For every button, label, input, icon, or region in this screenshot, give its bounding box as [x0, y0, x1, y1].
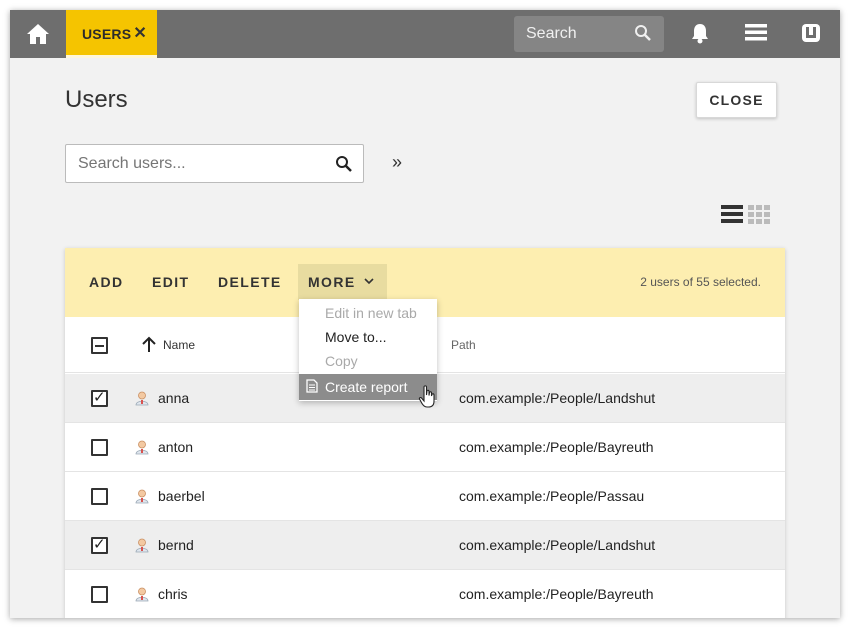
edit-button[interactable]: EDIT — [152, 274, 190, 290]
menu-item-edit-in-new-tab[interactable]: Edit in new tab — [299, 301, 437, 325]
user-name: bernd — [158, 537, 194, 553]
row-checkbox[interactable] — [91, 488, 108, 505]
home-button[interactable] — [10, 10, 66, 58]
home-icon — [27, 24, 49, 44]
expand-filters-button[interactable]: » — [392, 152, 402, 173]
user-name: baerbel — [158, 488, 205, 504]
list-view-icon — [721, 205, 743, 223]
menu-item-create-report[interactable]: Create report — [299, 374, 437, 400]
menu-item-move-to[interactable]: Move to... — [299, 325, 437, 349]
user-path: com.example:/People/Bayreuth — [459, 439, 654, 455]
menu-icon — [745, 24, 767, 41]
app-logo-icon — [802, 24, 820, 42]
more-button[interactable]: MORE — [298, 264, 387, 300]
add-button[interactable]: ADD — [89, 274, 124, 290]
close-button[interactable]: CLOSE — [696, 82, 777, 118]
user-icon — [135, 587, 149, 602]
tab-users[interactable]: USERS ✕ — [66, 10, 157, 58]
user-path: com.example:/People/Landshut — [459, 390, 656, 406]
user-icon — [135, 538, 149, 553]
user-path: com.example:/People/Passau — [459, 488, 645, 504]
list-view-button[interactable] — [721, 205, 743, 230]
menu-item-create-report-label: Create report — [325, 379, 408, 395]
tab-active-indicator — [66, 55, 157, 58]
notifications-button[interactable] — [685, 22, 715, 46]
user-icon — [135, 489, 149, 504]
chevron-down-icon — [364, 278, 374, 285]
grid-view-button[interactable] — [748, 205, 770, 230]
tab-users-label: USERS — [82, 26, 132, 42]
table-row[interactable]: baerbel com.example:/People/Passau — [65, 472, 785, 521]
column-header-name[interactable]: Name — [163, 338, 195, 352]
user-name: anton — [158, 439, 194, 455]
page-title: Users — [65, 86, 128, 113]
user-name: anna — [158, 390, 190, 406]
user-path: com.example:/People/Landshut — [459, 537, 656, 553]
top-bar: USERS ✕ Search — [10, 10, 840, 58]
global-search-input[interactable]: Search — [514, 16, 664, 52]
hand-cursor-icon — [418, 385, 435, 408]
row-checkbox[interactable]: ✓ — [91, 388, 108, 407]
user-icon — [135, 440, 149, 455]
main-menu-button[interactable] — [742, 22, 770, 46]
more-button-label: MORE — [308, 274, 356, 290]
selection-count: 2 users of 55 selected. — [640, 275, 761, 289]
check-icon: ✓ — [93, 535, 106, 553]
row-checkbox[interactable] — [91, 439, 108, 456]
app-logo-button[interactable] — [797, 22, 825, 46]
user-search-placeholder: Search users... — [78, 154, 186, 172]
more-menu: Edit in new tab Move to... Copy Create r… — [299, 299, 437, 401]
user-path: com.example:/People/Bayreuth — [459, 586, 654, 602]
global-search-placeholder: Search — [526, 25, 577, 42]
sort-ascending-icon[interactable] — [141, 335, 157, 353]
check-icon: ✓ — [93, 388, 106, 406]
menu-item-copy[interactable]: Copy — [299, 349, 437, 373]
delete-button[interactable]: DELETE — [218, 274, 282, 290]
search-icon[interactable] — [634, 24, 652, 42]
row-checkbox[interactable] — [91, 586, 108, 603]
row-checkbox[interactable]: ✓ — [91, 535, 108, 554]
user-search-input[interactable]: Search users... — [65, 144, 364, 183]
app-window: USERS ✕ Search Users CLOSE Search users.… — [10, 10, 840, 618]
table-row[interactable]: anton com.example:/People/Bayreuth — [65, 423, 785, 472]
grid-view-icon — [748, 205, 770, 224]
table-row[interactable]: ✓ bernd com.example:/People/Landshut — [65, 521, 785, 570]
user-icon — [135, 391, 149, 406]
tab-close-icon[interactable]: ✕ — [133, 24, 147, 44]
document-icon — [306, 379, 318, 393]
select-all-checkbox[interactable] — [91, 337, 108, 354]
bell-icon — [692, 24, 708, 44]
table-row[interactable]: chris com.example:/People/Bayreuth — [65, 570, 785, 618]
user-name: chris — [158, 586, 188, 602]
column-header-path[interactable]: Path — [451, 338, 476, 352]
search-icon[interactable] — [335, 155, 353, 173]
